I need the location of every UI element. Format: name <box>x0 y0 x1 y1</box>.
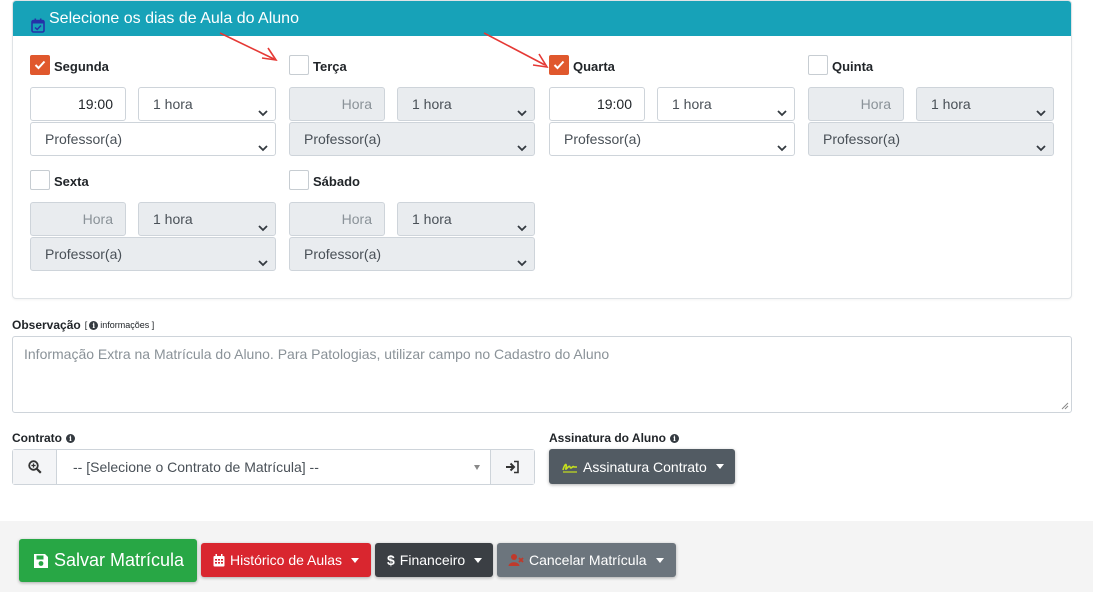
day-label: Terça <box>313 58 347 74</box>
resize-handle-icon[interactable] <box>1061 402 1069 410</box>
chevron-down-icon <box>1035 98 1047 117</box>
dollar-icon: $ <box>387 552 395 568</box>
chevron-down-icon <box>257 213 269 232</box>
sign-in-icon <box>506 460 519 474</box>
duracao-select[interactable]: 1 hora <box>397 202 535 236</box>
duracao-select[interactable]: 1 hora <box>397 87 535 121</box>
day-label: Sexta <box>54 173 89 189</box>
professor-select[interactable]: Professor(a) <box>30 237 276 271</box>
chevron-down-icon <box>257 248 269 267</box>
search-plus-button[interactable] <box>13 450 57 484</box>
observacao-textarea[interactable]: Informação Extra na Matrícula do Aluno. … <box>12 336 1072 413</box>
assinatura-label: Assinatura do Aluno i <box>549 431 681 445</box>
caret-down-icon <box>474 465 480 470</box>
chevron-down-icon <box>516 213 528 232</box>
duracao-select[interactable]: 1 hora <box>138 87 276 121</box>
save-icon <box>33 553 49 569</box>
quinta-checkbox[interactable] <box>808 55 828 75</box>
salvar-matricula-button[interactable]: Salvar Matrícula <box>19 539 197 582</box>
professor-select[interactable]: Professor(a) <box>289 237 535 271</box>
chevron-down-icon <box>776 133 788 152</box>
hora-input[interactable]: 19:00 <box>30 87 126 121</box>
info-circle-icon: i <box>89 320 99 330</box>
contrato-input-group: -- [Selecione o Contrato de Matrícula] -… <box>12 449 535 485</box>
assinatura-contrato-button[interactable]: Assinatura Contrato <box>549 449 735 484</box>
check-icon <box>553 60 565 70</box>
day-label: Sábado <box>313 173 360 189</box>
sabado-checkbox[interactable] <box>289 170 309 190</box>
segunda-checkbox[interactable] <box>30 55 50 75</box>
duracao-select[interactable]: 1 hora <box>916 87 1054 121</box>
calendar-check-icon <box>31 11 45 33</box>
hora-input[interactable]: 19:00 <box>549 87 645 121</box>
sign-in-button[interactable] <box>490 450 534 484</box>
check-icon <box>34 60 46 70</box>
hora-input[interactable]: Hora <box>808 87 904 121</box>
historico-aulas-button[interactable]: Histórico de Aulas <box>201 543 371 577</box>
annotation-arrow-icon <box>219 32 278 62</box>
duracao-select[interactable]: 1 hora <box>138 202 276 236</box>
hora-input[interactable]: Hora <box>30 202 126 236</box>
chevron-down-icon <box>516 248 528 267</box>
calendar-icon <box>213 553 225 567</box>
chevron-down-icon <box>257 98 269 117</box>
day-label: Quarta <box>573 58 615 74</box>
quarta-checkbox[interactable] <box>549 55 569 75</box>
duracao-select[interactable]: 1 hora <box>657 87 795 121</box>
caret-down-icon <box>351 557 360 563</box>
chevron-down-icon <box>516 133 528 152</box>
contrato-label: Contrato i <box>12 431 77 445</box>
search-plus-icon <box>27 460 42 474</box>
signature-icon <box>562 461 578 473</box>
chevron-down-icon <box>516 98 528 117</box>
chevron-down-icon <box>776 98 788 117</box>
day-label: Quinta <box>832 58 874 74</box>
observacao-label: Observação [ i informações ] <box>12 318 155 332</box>
professor-select[interactable]: Professor(a) <box>289 122 535 156</box>
hora-input[interactable]: Hora <box>289 87 385 121</box>
caret-down-icon <box>474 557 483 563</box>
professor-select[interactable]: Professor(a) <box>808 122 1054 156</box>
observacao-placeholder: Informação Extra na Matrícula do Aluno. … <box>24 346 610 362</box>
professor-select[interactable]: Professor(a) <box>30 122 276 156</box>
chevron-down-icon <box>257 133 269 152</box>
user-times-icon <box>508 553 524 567</box>
hora-input[interactable]: Hora <box>289 202 385 236</box>
caret-down-icon <box>715 464 724 469</box>
professor-select[interactable]: Professor(a) <box>549 122 795 156</box>
contrato-select[interactable]: -- [Selecione o Contrato de Matrícula] -… <box>57 450 490 484</box>
info-circle-icon[interactable]: i <box>66 433 75 443</box>
caret-down-icon <box>655 557 664 563</box>
annotation-arrow-icon <box>483 32 549 69</box>
sexta-checkbox[interactable] <box>30 170 50 190</box>
info-link[interactable]: [ i informações ] <box>85 320 155 330</box>
financeiro-button[interactable]: $ Financeiro <box>375 543 493 577</box>
terca-checkbox[interactable] <box>289 55 309 75</box>
chevron-down-icon <box>1035 133 1047 152</box>
info-circle-icon[interactable]: i <box>669 433 679 443</box>
day-label: Segunda <box>54 58 109 74</box>
cancelar-matricula-button[interactable]: Cancelar Matrícula <box>497 543 676 577</box>
